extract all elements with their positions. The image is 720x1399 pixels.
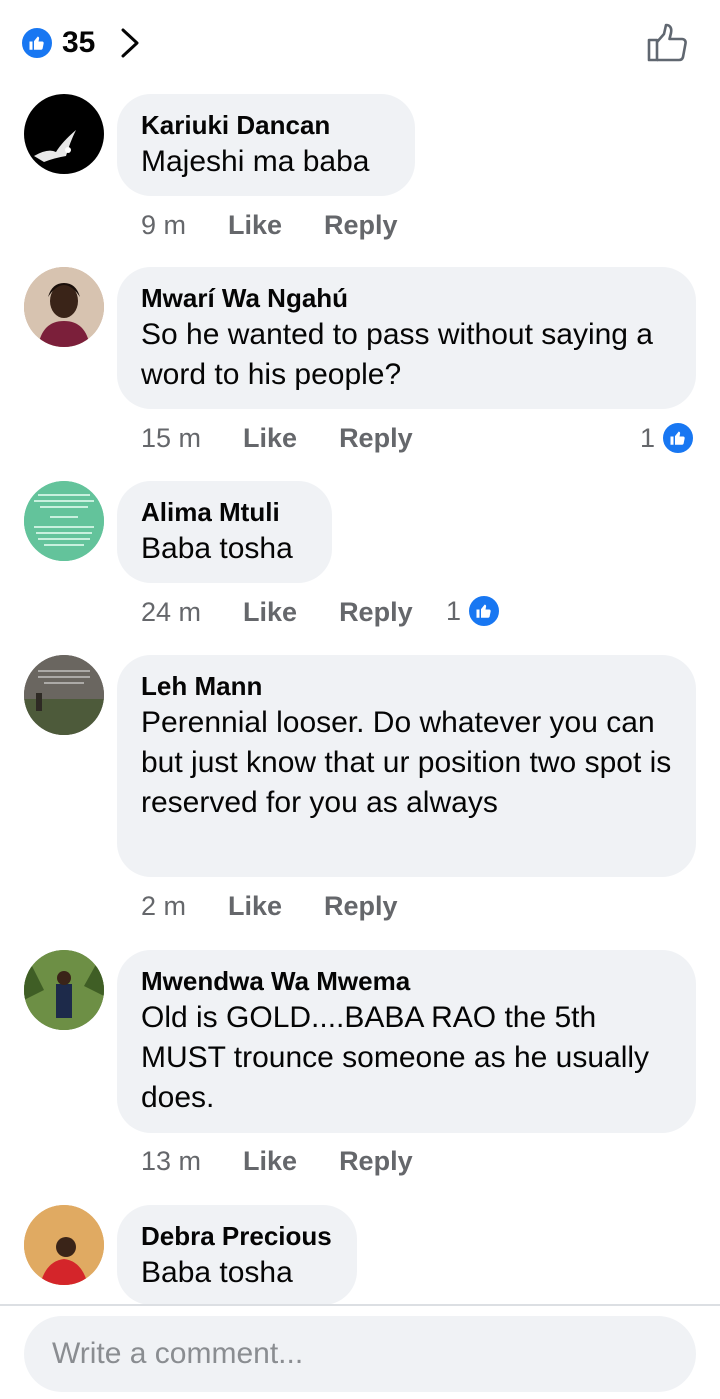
like-icon: [661, 421, 696, 455]
like-button[interactable]: Like: [228, 891, 282, 922]
reply-button[interactable]: Reply: [324, 891, 398, 922]
comment-text: Baba tosha: [141, 1256, 293, 1289]
comment-time: 2 m: [141, 891, 187, 921]
like-button[interactable]: Like: [228, 210, 282, 241]
comment-time: 13 m: [141, 1146, 202, 1176]
avatar[interactable]: [24, 267, 104, 347]
like-icon: [20, 26, 54, 60]
comment-actions: 2 m Like Reply: [141, 891, 440, 922]
comment-text: Perennial looser. Do whatever you can bu…: [141, 706, 672, 819]
comment-time: 24 m: [141, 597, 202, 627]
comment-author[interactable]: Kariuki Dancan: [141, 108, 391, 142]
comment-text: Baba tosha: [141, 532, 293, 565]
comment-bubble[interactable]: Alima Mtuli Baba tosha: [117, 481, 332, 583]
like-icon: [467, 594, 502, 628]
comment-author[interactable]: Leh Mann: [141, 669, 672, 703]
comment-time: 15 m: [141, 423, 202, 453]
reply-button[interactable]: Reply: [339, 1146, 413, 1177]
comment-bubble[interactable]: Debra Precious Baba tosha: [117, 1205, 357, 1305]
divider: [0, 1304, 720, 1306]
comment-author[interactable]: Alima Mtuli: [141, 495, 308, 529]
thumbs-up-outline-icon[interactable]: [644, 20, 690, 66]
comment-author[interactable]: Mwendwa Wa Mwema: [141, 964, 672, 998]
comment-time: 9 m: [141, 210, 187, 240]
comment-bubble[interactable]: Leh Mann Perennial looser. Do whatever y…: [117, 655, 696, 877]
avatar[interactable]: [24, 950, 104, 1030]
comment-bubble[interactable]: Kariuki Dancan Majeshi ma baba: [117, 94, 415, 196]
like-button[interactable]: Like: [243, 1146, 297, 1177]
comment-text: Old is GOLD....BABA RAO the 5th MUST tro…: [141, 1001, 650, 1114]
chevron-right-icon[interactable]: [118, 26, 142, 60]
avatar[interactable]: [24, 1205, 104, 1285]
reactions-header: 35: [0, 0, 720, 88]
reply-button[interactable]: Reply: [339, 423, 413, 454]
comment-actions: 9 m Like Reply: [141, 210, 440, 241]
comment-bubble[interactable]: Mwendwa Wa Mwema Old is GOLD....BABA RAO…: [117, 950, 696, 1133]
comment-text: Majeshi ma baba: [141, 145, 370, 178]
reaction-summary[interactable]: 1: [446, 594, 502, 628]
avatar[interactable]: [24, 94, 104, 174]
comment-author[interactable]: Mwarí Wa Ngahú: [141, 281, 672, 315]
reaction-count[interactable]: 35: [62, 26, 95, 60]
like-button[interactable]: Like: [243, 597, 297, 628]
comment-text: So he wanted to pass without saying a wo…: [141, 318, 653, 391]
like-button[interactable]: Like: [243, 423, 297, 454]
reaction-count: 1: [446, 595, 462, 626]
comment-composer[interactable]: [24, 1316, 696, 1392]
reaction-count: 1: [640, 422, 656, 453]
comment-author[interactable]: Debra Precious: [141, 1219, 333, 1253]
avatar[interactable]: [24, 481, 104, 561]
comment-actions: 24 m Like Reply: [141, 597, 455, 628]
reply-button[interactable]: Reply: [324, 210, 398, 241]
comment-actions: 15 m Like Reply: [141, 423, 455, 454]
comment-actions: 13 m Like Reply: [141, 1146, 455, 1177]
reaction-summary[interactable]: 1: [640, 421, 696, 455]
reply-button[interactable]: Reply: [339, 597, 413, 628]
avatar[interactable]: [24, 655, 104, 735]
comment-input[interactable]: [50, 1336, 654, 1372]
comment-bubble[interactable]: Mwarí Wa Ngahú So he wanted to pass with…: [117, 267, 696, 409]
